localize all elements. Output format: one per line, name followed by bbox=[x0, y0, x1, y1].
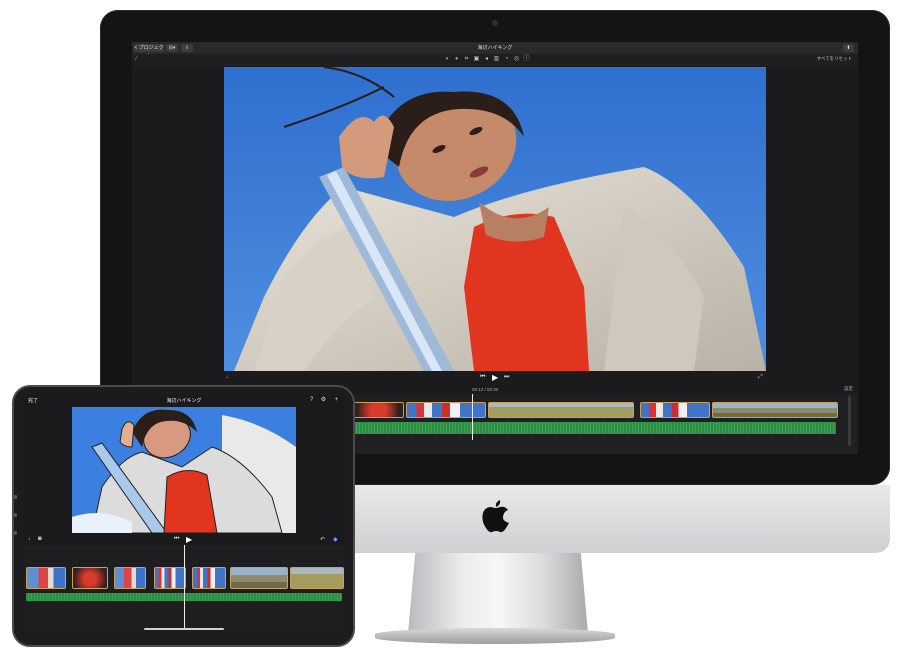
project-title: 海辺ハイキング bbox=[166, 398, 202, 404]
timeline-clip[interactable] bbox=[230, 567, 288, 589]
camera-icon[interactable]: ◙ bbox=[38, 536, 42, 542]
timeline-clip[interactable] bbox=[712, 402, 838, 418]
playhead[interactable] bbox=[472, 394, 473, 440]
video-preview bbox=[224, 67, 766, 371]
share-icon[interactable]: ⬆ bbox=[843, 44, 854, 52]
audio-track[interactable] bbox=[354, 422, 836, 434]
stabilization-icon[interactable]: ▣ bbox=[472, 55, 481, 64]
ipad-side-button bbox=[14, 531, 17, 535]
ipad-top-bar: 完了 海辺ハイキング ? ⚙ + bbox=[24, 395, 344, 407]
ipad-screen: 完了 海辺ハイキング ? ⚙ + ♩ ◙ ⏮ ▶ ↶ ◆ bbox=[24, 395, 344, 635]
timeline-clip[interactable] bbox=[114, 567, 146, 589]
gear-icon[interactable]: ⚙ bbox=[320, 397, 327, 404]
playhead[interactable] bbox=[184, 545, 185, 629]
skip-back-icon[interactable]: ⏮ bbox=[480, 374, 485, 381]
info-icon[interactable]: ⓘ bbox=[522, 55, 531, 64]
timeline-clip[interactable] bbox=[72, 567, 108, 589]
microphone-icon[interactable]: ♩ bbox=[226, 374, 232, 380]
ipad-playback-controls: ♩ ◙ ⏮ ▶ ↶ ◆ bbox=[24, 535, 344, 545]
timeline-clip[interactable] bbox=[26, 567, 66, 589]
play-icon[interactable]: ▶ bbox=[492, 373, 498, 382]
timeline-clip[interactable] bbox=[192, 567, 226, 589]
color-correction-icon[interactable]: ◕ bbox=[452, 55, 461, 64]
project-title: 海辺ハイキング bbox=[477, 45, 513, 51]
volume-icon[interactable]: ◂ bbox=[482, 55, 491, 64]
timeline-clip[interactable] bbox=[488, 402, 634, 418]
import-button[interactable]: ⇩ bbox=[181, 44, 193, 52]
speed-icon[interactable]: ◔ bbox=[502, 55, 511, 64]
crop-icon[interactable]: ⌗ bbox=[462, 55, 471, 64]
skip-back-icon[interactable]: ⏮ bbox=[174, 536, 179, 543]
timeline-clip[interactable] bbox=[352, 402, 404, 418]
microphone-icon[interactable]: ♩ bbox=[28, 536, 34, 542]
help-icon[interactable]: ? bbox=[308, 397, 315, 404]
view-toggle-button[interactable]: ⊟▾ bbox=[166, 44, 178, 52]
reset-all-button[interactable]: すべてをリセット bbox=[817, 56, 852, 62]
timeline-clip[interactable] bbox=[406, 402, 486, 418]
color-balance-icon[interactable]: ◑ bbox=[442, 55, 451, 64]
projects-back-button[interactable]: < プロジェクト bbox=[134, 44, 164, 59]
magic-wand-icon[interactable]: ⁄ bbox=[136, 56, 137, 62]
add-icon[interactable]: + bbox=[333, 397, 340, 404]
camera-icon bbox=[492, 20, 498, 26]
fullscreen-icon[interactable]: ⤢ bbox=[758, 374, 763, 381]
playback-controls: ♩ ⏮ ▶ ⏭ ⤢ bbox=[132, 372, 858, 384]
timecode: 00:12 / 00:30 bbox=[472, 387, 499, 392]
skip-forward-icon[interactable]: ⏭ bbox=[504, 374, 509, 381]
play-icon[interactable]: ▶ bbox=[186, 535, 192, 544]
marker-icon[interactable]: ◆ bbox=[333, 536, 338, 543]
timeline-scrollbar[interactable] bbox=[848, 396, 851, 446]
noise-reduction-icon[interactable]: ▥ bbox=[492, 55, 501, 64]
timeline-settings-button[interactable]: 設定 bbox=[844, 386, 853, 392]
ipad-side-button bbox=[14, 513, 17, 517]
apple-logo-icon bbox=[476, 497, 516, 537]
done-button[interactable]: 完了 bbox=[28, 397, 38, 404]
imac-foot bbox=[375, 628, 615, 644]
timeline-clip[interactable] bbox=[154, 567, 186, 589]
home-indicator bbox=[144, 628, 224, 630]
timeline-clip[interactable] bbox=[640, 402, 710, 418]
video-preview bbox=[72, 407, 296, 533]
ipad-side-button bbox=[14, 495, 17, 499]
timeline-clip[interactable] bbox=[290, 567, 344, 589]
undo-icon[interactable]: ↶ bbox=[320, 536, 325, 543]
clip-filter-icon[interactable]: ◎ bbox=[512, 55, 521, 64]
imac-stand bbox=[408, 553, 588, 633]
ipad-timeline bbox=[24, 545, 344, 635]
